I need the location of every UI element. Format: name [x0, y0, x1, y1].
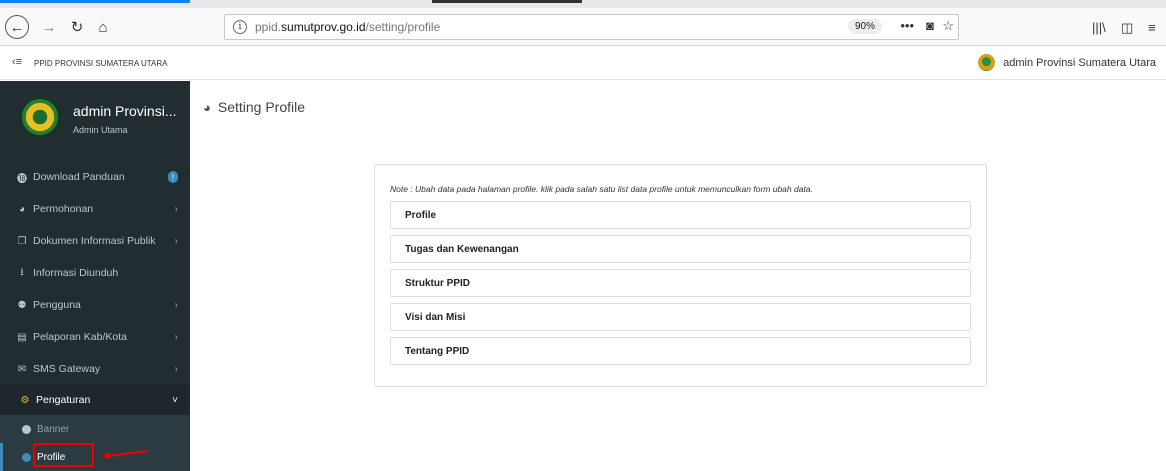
tab-strip	[0, 0, 1166, 8]
chevron-right-icon: ›	[174, 299, 178, 311]
profile-list-item-tugas-dan-kewenangan[interactable]: Tugas dan Kewenangan	[390, 235, 971, 263]
active-tab-indicator	[0, 0, 190, 3]
copy-icon: ❐	[17, 235, 27, 247]
chevron-right-icon: ›	[174, 363, 178, 375]
circle-icon	[22, 452, 31, 462]
chevron-right-icon: ›	[174, 203, 178, 215]
sidebar-subitem-banner[interactable]: Banner	[0, 415, 190, 443]
user-logo-icon	[978, 54, 996, 71]
sidebar-subitem-label: Banner	[37, 423, 70, 435]
gear-icon: ⚙	[20, 394, 30, 406]
sidebar-item-pengaturan[interactable]: ⚙ Pengaturan ˅	[0, 384, 190, 416]
sidebar-subitem-profile[interactable]: Profile	[0, 443, 190, 471]
sidebar-user-panel: admin Provinsi... Admin Utama	[0, 81, 190, 151]
page-header: ◕ Setting Profile	[190, 81, 1166, 151]
page-title: ◕ Setting Profile	[203, 99, 305, 115]
profile-list-item-struktur-ppid[interactable]: Struktur PPID	[390, 269, 971, 297]
header-user-name: admin Provinsi Sumatera Utara	[1003, 56, 1156, 69]
page-actions-icon[interactable]: •••	[900, 18, 914, 33]
content-area: Note : Ubah data pada halaman profile. k…	[190, 151, 1166, 464]
download-icon: ⭳	[20, 266, 24, 278]
sidebar-toggle-icon[interactable]: ◫	[1121, 20, 1133, 36]
url-text[interactable]: ppid.sumutprov.go.id/setting/profile	[255, 20, 440, 34]
sidebar-item-pengguna[interactable]: ⚉ Pengguna ›	[0, 289, 190, 321]
reload-button[interactable]: ↻	[66, 16, 88, 38]
address-bar[interactable]: i ppid.sumutprov.go.id/setting/profile 9…	[224, 14, 959, 40]
sidebar-user-name: admin Provinsi...	[73, 103, 177, 119]
sidebar-item-permohonan[interactable]: ◕ Permohonan ›	[0, 193, 190, 225]
sidebar-item-pelaporan-kab-kota[interactable]: ▤ Pelaporan Kab/Kota ›	[0, 321, 190, 353]
profile-list-item-visi-dan-misi[interactable]: Visi dan Misi	[390, 303, 971, 331]
browser-toolbar: ← → ↻ ⌂ i ppid.sumutprov.go.id/setting/p…	[0, 8, 1166, 46]
sidebar: admin Provinsi... Admin Utama ⓲ Download…	[0, 81, 190, 471]
app-header: ‹≡ PPID PROVINSI SUMATERA UTARA admin Pr…	[0, 46, 1166, 80]
sidebar-item-download-panduan[interactable]: ⓲ Download Panduan !	[0, 161, 190, 193]
back-button[interactable]: ←	[5, 15, 29, 39]
user-menu[interactable]: admin Provinsi Sumatera Utara	[978, 54, 1156, 71]
users-icon: ⚉	[17, 299, 27, 311]
site-name[interactable]: PPID PROVINSI SUMATERA UTARA	[34, 59, 168, 68]
sidebar-item-label: SMS Gateway	[33, 363, 101, 375]
sidebar-item-label: Dokumen Informasi Publik	[33, 235, 156, 247]
profile-list-item-tentang-ppid[interactable]: Tentang PPID	[390, 337, 971, 365]
comments-icon: ◕	[18, 203, 26, 215]
profile-list-item-profile[interactable]: Profile	[390, 201, 971, 229]
sidebar-item-sms-gateway[interactable]: ✉ SMS Gateway ›	[0, 353, 190, 385]
circle-icon	[22, 424, 31, 434]
chevron-right-icon: ›	[174, 235, 178, 247]
sidebar-item-label: Pelaporan Kab/Kota	[33, 331, 127, 343]
avatar	[20, 97, 60, 137]
envelope-icon: ✉	[17, 363, 27, 375]
library-icon[interactable]: |||\	[1092, 20, 1106, 35]
zoom-level-badge[interactable]: 90%	[847, 19, 882, 34]
sidebar-item-label: Pengguna	[33, 299, 81, 311]
sidebar-toggle-button[interactable]: ‹≡	[12, 56, 22, 68]
info-icon[interactable]: i	[233, 20, 247, 34]
sidebar-item-informasi-diunduh[interactable]: ⭳ Informasi Diunduh	[0, 257, 190, 289]
main-content: ◕ Setting Profile Note : Ubah data pada …	[190, 81, 1166, 464]
sidebar-item-label: Download Panduan	[33, 171, 125, 183]
chevron-right-icon: ›	[174, 331, 178, 343]
comments-icon: ◕	[203, 99, 211, 115]
highlight-annotation-box	[33, 443, 94, 467]
profile-settings-box: Note : Ubah data pada halaman profile. k…	[374, 164, 987, 387]
sidebar-item-label: Pengaturan	[36, 394, 91, 406]
notification-badge: !	[168, 171, 178, 183]
bookmark-star-icon[interactable]: ☆	[942, 18, 954, 34]
home-button[interactable]: ⌂	[92, 16, 114, 38]
forward-button[interactable]: →	[38, 16, 60, 38]
note-text: Note : Ubah data pada halaman profile. k…	[390, 184, 813, 194]
sidebar-item-dokumen-informasi-publik[interactable]: ❐ Dokumen Informasi Publik ›	[0, 225, 190, 257]
red-arrow-annotation	[101, 450, 149, 459]
file-icon: ▤	[17, 331, 27, 343]
page-title-text: Setting Profile	[217, 99, 306, 115]
sidebar-item-label: Permohonan	[33, 203, 94, 215]
sidebar-item-label: Informasi Diunduh	[33, 267, 119, 279]
pocket-icon[interactable]: ◙	[926, 18, 934, 33]
menu-icon[interactable]: ≡	[1148, 20, 1156, 35]
info-icon: ⓲	[17, 173, 27, 185]
chevron-down-icon: ˅	[172, 394, 178, 406]
sidebar-user-role: Admin Utama	[73, 125, 128, 135]
tab-indicator-2	[432, 0, 582, 3]
